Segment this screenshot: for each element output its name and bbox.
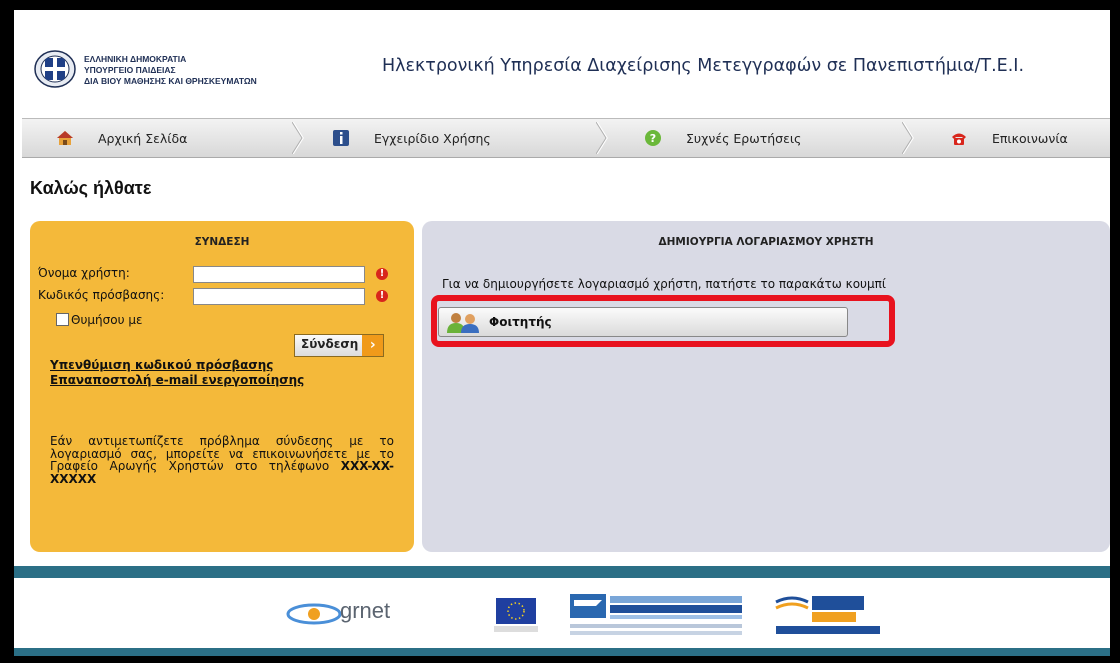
header: ΕΛΛΗΝΙΚΗ ΔΗΜΟΚΡΑΤΙΑ ΥΠΟΥΡΓΕΙΟ ΠΑΙΔΕΙΑΣ Δ… (14, 10, 1110, 118)
info-icon (333, 130, 349, 146)
nav-label: Αρχική Σελίδα (98, 130, 188, 146)
help-icon: ? (645, 130, 661, 146)
grnet-swirl-icon (286, 603, 342, 625)
page: ΕΛΛΗΝΙΚΗ ΔΗΜΟΚΡΑΤΙΑ ΥΠΟΥΡΓΕΙΟ ΠΑΙΔΕΙΑΣ Δ… (14, 10, 1110, 656)
login-title: ΣΥΝΔΕΣΗ (194, 236, 250, 248)
nav-faq[interactable]: ? Συχνές Ερωτήσεις (644, 119, 801, 157)
footer-bar (14, 566, 1110, 578)
nav-home[interactable]: Αρχική Σελίδα (56, 119, 187, 157)
username-label: Όνομα χρήστη: (38, 266, 130, 280)
required-icon: ! (376, 290, 388, 302)
remember-me-label: Θυμήσου με (71, 313, 143, 327)
login-button[interactable]: Σύνδεση › (294, 334, 385, 357)
nav-contact[interactable]: Επικοινωνία (950, 119, 1068, 157)
student-button[interactable]: Φοιτητής (431, 295, 895, 347)
nav-label: Επικοινωνία (992, 130, 1068, 146)
help-text: Εάν αντιμετωπίζετε πρόβλημα σύνδεσης με … (50, 435, 394, 485)
required-icon: ! (376, 268, 388, 280)
epixeirisiako-programma-logo (570, 594, 742, 635)
ministry-name: ΕΛΛΗΝΙΚΗ ΔΗΜΟΚΡΑΤΙΑ ΥΠΟΥΡΓΕΙΟ ΠΑΙΔΕΙΑΣ Δ… (84, 54, 257, 87)
service-title: Ηλεκτρονική Υπηρεσία Διαχείρισης Μετεγγρ… (382, 56, 1025, 76)
footer: grnet (14, 578, 1110, 648)
nav-divider (596, 122, 608, 154)
footer-bottom-bar (14, 648, 1110, 656)
resend-activation-link[interactable]: Επαναποστολή e-mail ενεργοποίησης (50, 373, 304, 387)
ministry-line: ΔΙΑ ΒΙΟΥ ΜΑΘΗΣΗΣ ΚΑΙ ΘΡΗΣΚΕΥΜΑΤΩΝ (84, 76, 257, 86)
phone-icon (952, 133, 966, 145)
password-input[interactable] (193, 288, 365, 305)
username-input[interactable] (193, 266, 365, 283)
remember-me-checkbox[interactable] (56, 313, 69, 326)
page-title: Καλώς ήλθατε (30, 178, 152, 198)
nav-label: Συχνές Ερωτήσεις (686, 130, 802, 146)
highlight-box (431, 295, 895, 347)
eu-flag-logo (494, 598, 538, 632)
nav-divider (902, 122, 914, 154)
login-panel: ΣΥΝΔΕΣΗ Όνομα χρήστη: ! Κωδικός πρόσβαση… (30, 221, 414, 552)
espa-logo (775, 596, 880, 634)
arrow-right-icon: › (362, 335, 384, 356)
forgot-password-link[interactable]: Υπενθύμιση κωδικού πρόσβασης (50, 358, 273, 372)
login-button-label: Σύνδεση (301, 337, 359, 351)
svg-text:?: ? (650, 132, 656, 145)
nav-divider (292, 122, 304, 154)
top-nav: Αρχική Σελίδα Εγχειρίδιο Χρήσης ? Συχνές… (22, 118, 1110, 158)
register-panel: ΔΗΜΙΟΥΡΓΙΑ ΛΟΓΑΡΙΑΣΜΟΥ ΧΡΗΣΤΗ Για να δημ… (422, 221, 1110, 552)
ministry-line: ΕΛΛΗΝΙΚΗ ΔΗΜΟΚΡΑΤΙΑ (84, 54, 187, 64)
grnet-text: grnet (340, 598, 391, 623)
ministry-line: ΥΠΟΥΡΓΕΙΟ ΠΑΙΔΕΙΑΣ (84, 65, 176, 75)
register-title: ΔΗΜΙΟΥΡΓΙΑ ΛΟΓΑΡΙΑΣΜΟΥ ΧΡΗΣΤΗ (658, 236, 874, 248)
greek-emblem-icon (34, 50, 76, 88)
password-label: Κωδικός πρόσβασης: (38, 288, 165, 302)
grnet-logo: grnet (284, 594, 474, 634)
home-icon (57, 131, 73, 145)
nav-label: Εγχειρίδιο Χρήσης (374, 130, 491, 146)
register-description: Για να δημιουργήσετε λογαριασμό χρήστη, … (442, 277, 886, 291)
nav-manual[interactable]: Εγχειρίδιο Χρήσης (332, 119, 491, 157)
